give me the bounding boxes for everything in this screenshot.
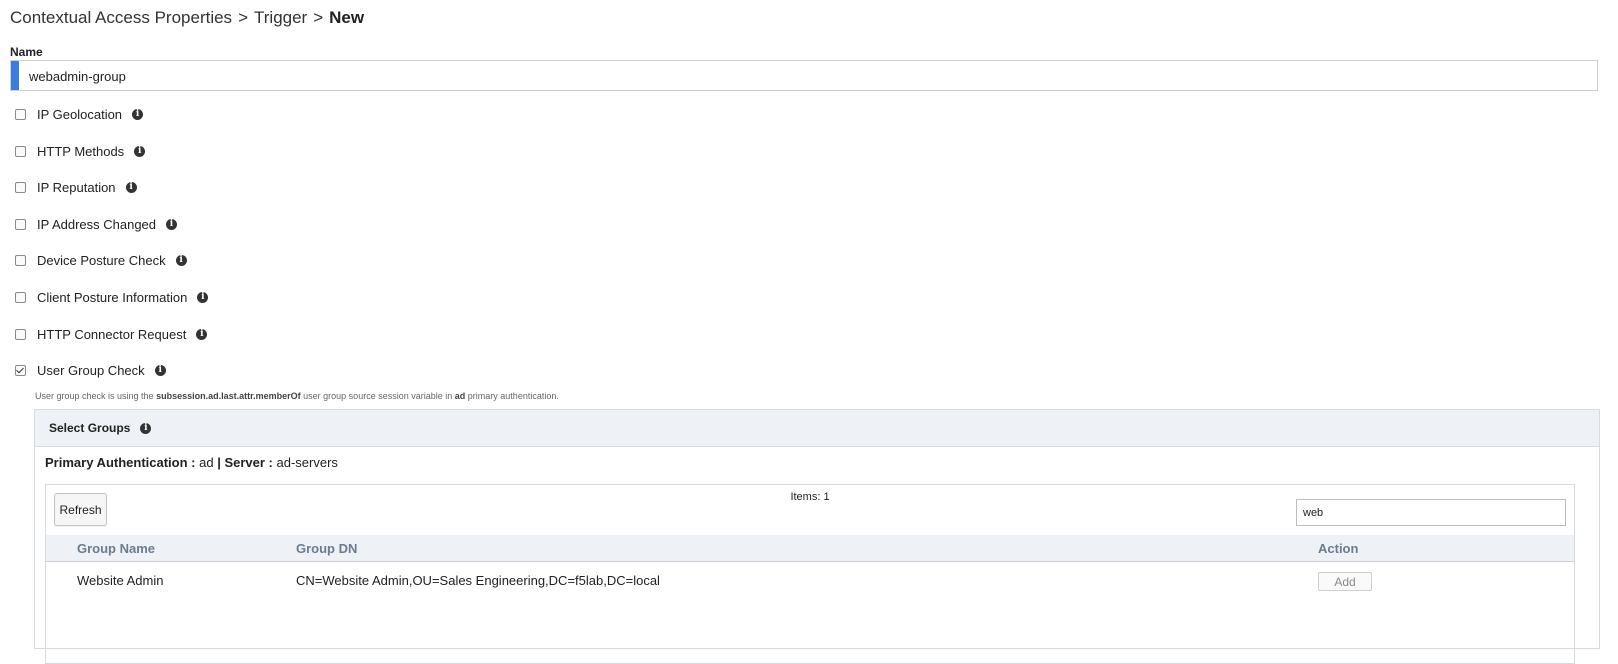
client-posture-information-checkbox[interactable] [15, 291, 26, 303]
breadcrumb-separator: > [238, 8, 248, 27]
breadcrumb-item-trigger[interactable]: Trigger [254, 8, 307, 27]
add-group-button[interactable]: Add [1318, 572, 1372, 591]
ip-reputation-checkbox[interactable] [15, 181, 26, 193]
info-icon[interactable]: i [166, 218, 178, 230]
user-group-check-checkbox[interactable] [15, 364, 26, 376]
info-icon[interactable]: i [132, 108, 144, 120]
column-header-group-name[interactable]: Group Name [77, 541, 155, 556]
http-connector-request-checkbox[interactable] [15, 328, 26, 340]
option-label: IP Reputation [37, 179, 116, 195]
option-label: IP Address Changed [37, 216, 157, 232]
option-device-posture-check: Device Posture Check i [15, 250, 187, 270]
primary-auth-label: Primary Authentication : [45, 455, 196, 470]
note-auth-source: ad [454, 391, 466, 401]
info-icon[interactable]: i [196, 328, 208, 340]
option-client-posture-information: Client Posture Information i [15, 287, 209, 307]
breadcrumb-current: New [329, 8, 365, 27]
option-label: User Group Check [37, 362, 145, 378]
breadcrumb: Contextual Access Properties > Trigger > New [10, 8, 364, 28]
user-group-check-note: User group check is using the subsession… [35, 391, 559, 401]
name-input-value: webadmin-group [29, 69, 126, 84]
ip-geolocation-checkbox[interactable] [15, 108, 26, 120]
table-header: Group Name Group DN Action [46, 535, 1574, 562]
info-icon[interactable]: i [140, 422, 152, 434]
device-posture-check-checkbox[interactable] [15, 254, 26, 266]
breadcrumb-item-contextual-access[interactable]: Contextual Access Properties [10, 8, 232, 27]
name-input[interactable]: webadmin-group [10, 60, 1598, 91]
group-name-cell: Website Admin [77, 573, 164, 588]
note-text: user group source session variable in [303, 391, 453, 401]
note-text: primary authentication. [467, 391, 559, 401]
primary-auth-info: Primary Authentication : ad | Server : a… [45, 455, 338, 470]
option-ip-address-changed: IP Address Changed i [15, 214, 178, 234]
search-input[interactable]: web [1296, 499, 1566, 526]
info-icon[interactable]: i [197, 291, 209, 303]
name-label: Name [10, 45, 43, 59]
option-label: Device Posture Check [37, 252, 166, 268]
info-icon[interactable]: i [154, 364, 166, 376]
column-header-group-dn[interactable]: Group DN [296, 541, 357, 556]
option-label: HTTP Connector Request [37, 326, 187, 342]
option-ip-geolocation: IP Geolocation i [15, 104, 144, 124]
refresh-button[interactable]: Refresh [54, 493, 107, 526]
option-user-group-check: User Group Check i [15, 360, 166, 380]
note-session-variable: subsession.ad.last.attr.memberOf [156, 391, 301, 401]
separator: | [217, 455, 221, 470]
option-http-connector-request: HTTP Connector Request i [15, 324, 208, 344]
select-groups-panel: Select Groups i Primary Authentication :… [34, 409, 1600, 664]
info-icon[interactable]: i [125, 181, 137, 193]
server-value: ad-servers [276, 455, 338, 470]
http-methods-checkbox[interactable] [15, 145, 26, 157]
option-label: Client Posture Information [37, 289, 188, 305]
server-label: Server : [224, 455, 273, 470]
select-groups-title: Select Groups [49, 421, 131, 435]
option-ip-reputation: IP Reputation i [15, 177, 137, 197]
groups-table: Items: 1 Refresh web Group Name Group DN… [45, 484, 1575, 664]
column-header-action: Action [1318, 541, 1359, 556]
option-http-methods: HTTP Methods i [15, 141, 146, 161]
info-icon[interactable]: i [175, 254, 187, 266]
required-indicator [11, 61, 19, 90]
note-text: User group check is using the [35, 391, 154, 401]
info-icon[interactable]: i [134, 145, 146, 157]
select-groups-header: Select Groups i [35, 410, 1599, 447]
group-dn-cell: CN=Website Admin,OU=Sales Engineering,DC… [296, 573, 660, 588]
breadcrumb-separator: > [313, 8, 324, 27]
ip-address-changed-checkbox[interactable] [15, 218, 26, 230]
option-label: HTTP Methods [37, 143, 125, 159]
primary-auth-value: ad [199, 455, 214, 470]
option-label: IP Geolocation [37, 106, 123, 122]
table-row: Website Admin CN=Website Admin,OU=Sales … [46, 562, 1574, 598]
